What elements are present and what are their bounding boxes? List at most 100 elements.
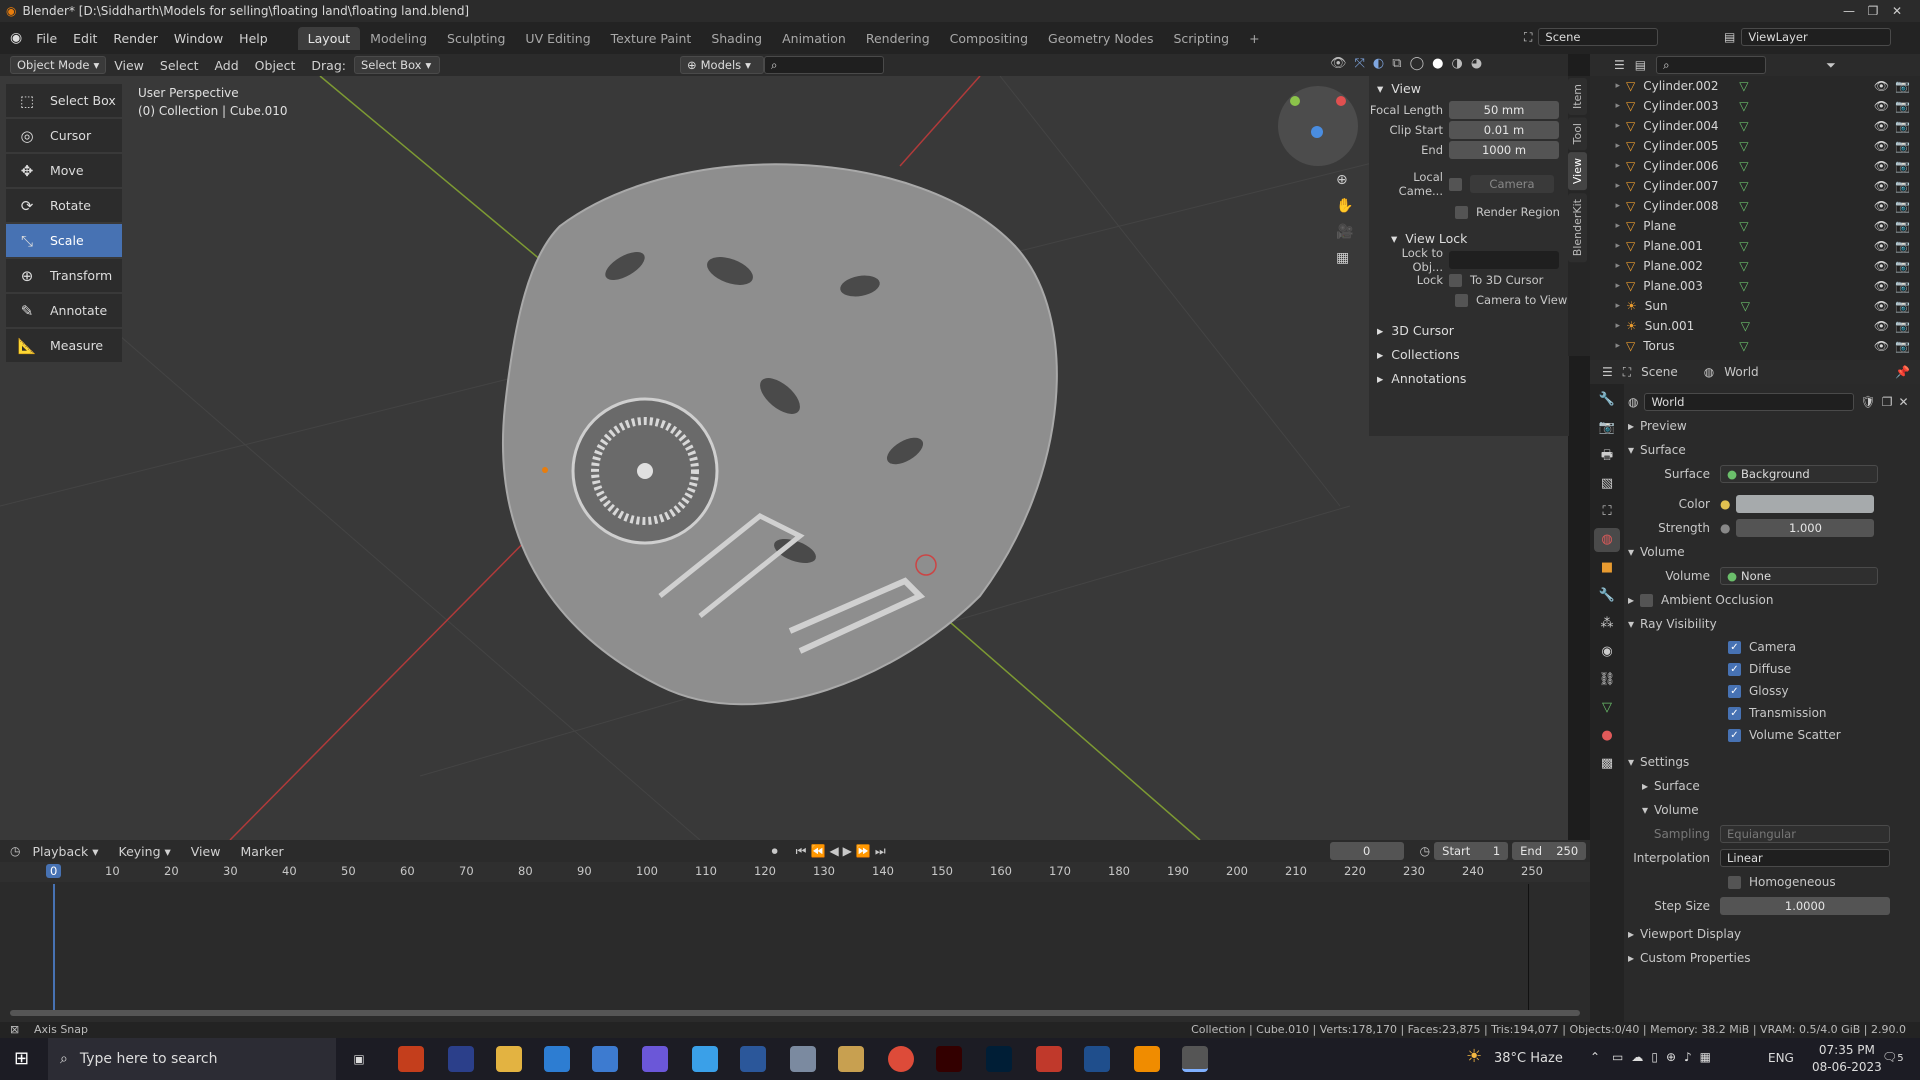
filter-icon[interactable]: ⏷: [1826, 58, 1836, 73]
hide-eye-icon[interactable]: 👁: [1874, 199, 1889, 213]
hide-eye-icon[interactable]: 👁: [1874, 259, 1889, 273]
photoshop-icon[interactable]: [986, 1046, 1012, 1072]
hide-eye-icon[interactable]: 👁: [1874, 219, 1889, 233]
prev-keyframe-icon[interactable]: ⏪: [810, 844, 825, 858]
render-camera-icon[interactable]: 📷: [1895, 199, 1910, 213]
hide-eye-icon[interactable]: 👁: [1874, 159, 1889, 173]
ray-visibility-panel[interactable]: ▾ Ray Visibility: [1628, 612, 1918, 636]
current-frame-field[interactable]: 0: [1329, 842, 1404, 860]
gizmo-icon[interactable]: ⤧: [1355, 56, 1365, 71]
hide-eye-icon[interactable]: 👁: [1874, 179, 1889, 193]
ortho-grid-icon[interactable]: ▦: [1336, 250, 1353, 266]
play-reverse-icon[interactable]: ◀: [829, 844, 838, 858]
material-tab-icon[interactable]: ●: [1594, 724, 1620, 748]
render-tab-icon[interactable]: 📷: [1594, 416, 1620, 440]
ray-diffuse-checkbox[interactable]: ✓: [1728, 662, 1741, 676]
outliner-row[interactable]: ▸ ▽ Cylinder.004 ▽ 👁 📷: [1590, 116, 1920, 136]
end-frame-field[interactable]: End 250: [1512, 842, 1587, 860]
outliner-row[interactable]: ▸ ☀ Sun.001 ▽ 👁 📷: [1590, 316, 1920, 336]
taskbar-search-box[interactable]: ⌕ Type here to search: [48, 1038, 336, 1080]
outliner-item-label[interactable]: Cylinder.003: [1643, 99, 1739, 113]
weather-text[interactable]: 38°C Haze: [1494, 1051, 1563, 1066]
world-tab-icon[interactable]: ◍: [1594, 528, 1620, 552]
to-3d-cursor-checkbox[interactable]: [1449, 273, 1462, 287]
notification-icon[interactable]: 🗨5: [1882, 1050, 1904, 1064]
start-frame-field[interactable]: Start 1: [1434, 842, 1509, 860]
outlook-mail-icon[interactable]: [544, 1046, 570, 1072]
tab-shading[interactable]: Shading: [701, 27, 772, 50]
outliner-row[interactable]: ▸ ▽ Plane.001 ▽ 👁 📷: [1590, 236, 1920, 256]
tab-sculpting[interactable]: Sculpting: [437, 27, 515, 50]
tool-move[interactable]: ✥ Move: [6, 154, 122, 187]
hide-eye-icon[interactable]: 👁: [1874, 99, 1889, 113]
render-camera-icon[interactable]: 📷: [1895, 279, 1910, 293]
windows-start-icon[interactable]: ⊞: [14, 1048, 29, 1069]
expand-arrow-icon[interactable]: ▸: [1590, 141, 1620, 151]
local-camera-checkbox[interactable]: [1449, 177, 1462, 191]
step-size-field[interactable]: 1.0000: [1720, 897, 1890, 915]
navigation-gizmo[interactable]: [1278, 86, 1358, 166]
world-color-swatch[interactable]: [1736, 495, 1875, 513]
outliner-row[interactable]: ▸ ▽ Cylinder.006 ▽ 👁 📷: [1590, 156, 1920, 176]
tray-icons[interactable]: ▭☁▯⊕♪▦: [1612, 1050, 1719, 1064]
render-camera-icon[interactable]: 📷: [1895, 239, 1910, 253]
outliner-mode-icon[interactable]: ☰: [1614, 58, 1625, 72]
outliner-row[interactable]: ▸ ▽ Plane ▽ 👁 📷: [1590, 216, 1920, 236]
jump-end-icon[interactable]: ⏭: [875, 844, 886, 859]
preview-panel[interactable]: ▸ Preview: [1628, 414, 1918, 438]
unlink-world-icon[interactable]: ✕: [1898, 395, 1908, 409]
output-tab-icon[interactable]: 🖶: [1594, 444, 1620, 468]
hide-eye-icon[interactable]: 👁: [1874, 279, 1889, 293]
world-breadcrumb[interactable]: World: [1724, 365, 1758, 379]
3d-viewport[interactable]: User Perspective (0) Collection | Cube.0…: [0, 76, 1568, 840]
hide-eye-icon[interactable]: 👁: [1874, 319, 1889, 333]
constraints-tab-icon[interactable]: ⛓: [1594, 668, 1620, 692]
language-indicator[interactable]: ENG: [1768, 1051, 1794, 1065]
tab-rendering[interactable]: Rendering: [856, 27, 940, 50]
viewport-search[interactable]: ⌕: [763, 56, 884, 74]
interpolation-dropdown[interactable]: Linear: [1720, 849, 1890, 867]
expand-arrow-icon[interactable]: ▸: [1590, 261, 1620, 271]
jump-start-icon[interactable]: ⏮: [796, 844, 807, 859]
outliner-row[interactable]: ▸ ▽ Cylinder.003 ▽ 👁 📷: [1590, 96, 1920, 116]
tab-blenderkit[interactable]: BlenderKit: [1568, 192, 1587, 262]
illustrator-icon[interactable]: [936, 1046, 962, 1072]
render-camera-icon[interactable]: 📷: [1895, 139, 1910, 153]
world-datablock-icon[interactable]: ◍: [1628, 395, 1638, 409]
gizmo-x-icon[interactable]: [1336, 96, 1346, 106]
volume-panel[interactable]: ▾ Volume: [1628, 540, 1918, 564]
rendered-shading-icon[interactable]: ◕: [1471, 56, 1482, 71]
tab-geometry-nodes[interactable]: Geometry Nodes: [1038, 27, 1163, 50]
word-icon[interactable]: [740, 1046, 766, 1072]
tab-compositing[interactable]: Compositing: [940, 27, 1038, 50]
collections-section[interactable]: ▸ Collections: [1369, 342, 1569, 366]
vray-icon[interactable]: [1084, 1046, 1110, 1072]
3d-cursor-section[interactable]: ▸ 3D Cursor: [1369, 318, 1569, 342]
expand-arrow-icon[interactable]: ▸: [1590, 161, 1620, 171]
menu-help[interactable]: Help: [231, 31, 276, 46]
expand-arrow-icon[interactable]: ▸: [1590, 201, 1620, 211]
overlay-icon[interactable]: ◐: [1373, 56, 1384, 71]
transform-orientation-dropdown[interactable]: ⊕ Models ▾: [679, 56, 764, 74]
render-camera-icon[interactable]: 📷: [1895, 159, 1910, 173]
expand-arrow-icon[interactable]: ▸: [1590, 301, 1620, 311]
file-explorer-icon[interactable]: [496, 1046, 522, 1072]
ray-camera-checkbox[interactable]: ✓: [1728, 640, 1741, 654]
render-camera-icon[interactable]: 📷: [1895, 119, 1910, 133]
expand-arrow-icon[interactable]: ▸: [1590, 81, 1620, 91]
xray-icon[interactable]: ⧉: [1392, 56, 1401, 71]
outliner-row[interactable]: ▸ ▽ Torus ▽ 👁 📷: [1590, 336, 1920, 356]
render-camera-icon[interactable]: 📷: [1895, 299, 1910, 313]
sampling-dropdown[interactable]: Equiangular: [1720, 825, 1890, 843]
tab-scripting[interactable]: Scripting: [1163, 27, 1239, 50]
playhead[interactable]: [53, 884, 55, 1016]
render-camera-icon[interactable]: 📷: [1895, 339, 1910, 353]
gizmo-z-icon[interactable]: [1311, 126, 1323, 138]
outliner-row[interactable]: ▸ ▽ Plane.003 ▽ 👁 📷: [1590, 276, 1920, 296]
menu-view[interactable]: View: [106, 58, 152, 73]
hide-eye-icon[interactable]: 👁: [1874, 119, 1889, 133]
outliner-item-label[interactable]: Plane.001: [1643, 239, 1739, 253]
chrome-icon[interactable]: [888, 1046, 914, 1072]
tool-annotate[interactable]: ✎ Annotate: [6, 294, 122, 327]
menu-select[interactable]: Select: [152, 58, 207, 73]
